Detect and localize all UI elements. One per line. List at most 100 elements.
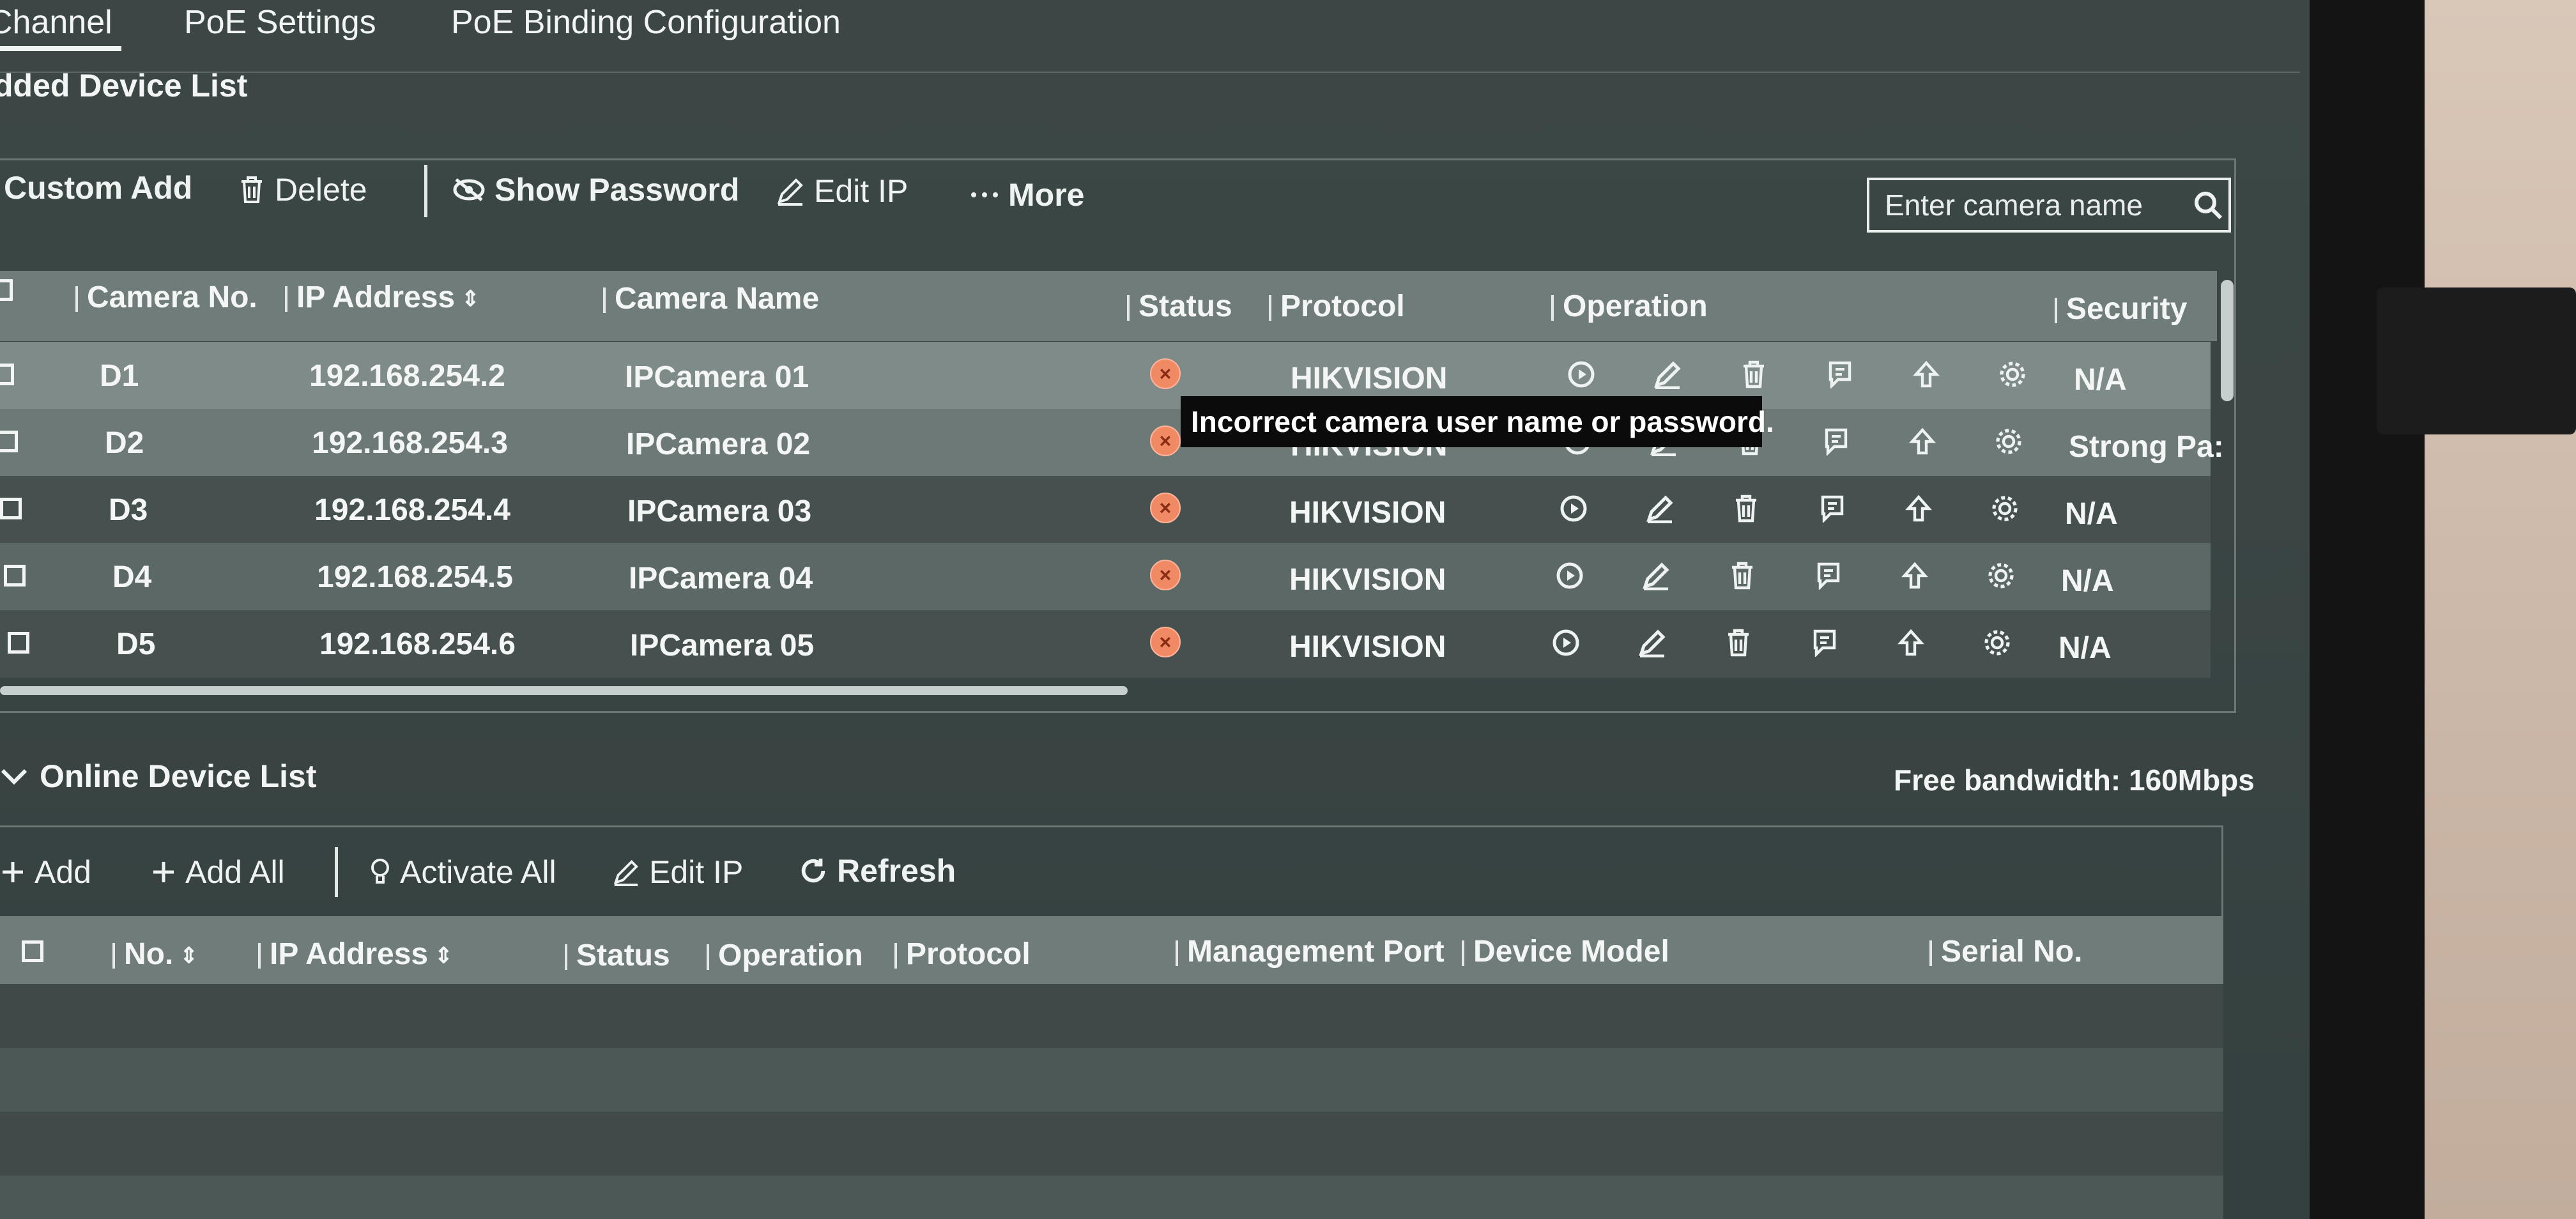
- col-online-ip[interactable]: IP Address ⇕: [258, 937, 453, 972]
- sort-icon[interactable]: ⇕: [434, 944, 453, 968]
- trash-icon: [238, 175, 266, 204]
- col-camera-no[interactable]: Camera No.: [75, 280, 257, 315]
- custom-add-button[interactable]: Custom Add: [4, 169, 192, 206]
- empty-row: [0, 984, 2223, 1048]
- search-input[interactable]: [1883, 187, 2193, 223]
- settings-icon[interactable]: [1985, 560, 2017, 592]
- details-icon[interactable]: [1809, 627, 1841, 659]
- refresh-button[interactable]: Refresh: [799, 852, 956, 889]
- camera-no: D2: [105, 426, 144, 460]
- edit-icon[interactable]: [1652, 358, 1683, 390]
- col-ip-address[interactable]: IP Address ⇕: [285, 280, 480, 315]
- empty-row: [0, 1176, 2223, 1219]
- activate-all-button[interactable]: Activate All: [369, 854, 556, 891]
- search-box[interactable]: [1867, 178, 2231, 233]
- edit-icon: [776, 176, 805, 206]
- settings-icon[interactable]: [1997, 358, 2028, 390]
- edit-ip-button[interactable]: Edit IP: [776, 172, 908, 210]
- refresh-label: Refresh: [837, 853, 956, 889]
- play-icon[interactable]: [1565, 358, 1597, 390]
- vertical-scrollbar[interactable]: [2221, 280, 2234, 401]
- col-status[interactable]: Status: [1127, 289, 1232, 324]
- show-password-button[interactable]: Show Password: [452, 171, 739, 208]
- col-protocol[interactable]: Protocol: [1269, 289, 1405, 324]
- edit-icon[interactable]: [1640, 560, 1672, 592]
- security-status: N/A: [2061, 564, 2114, 598]
- online-device-list-toggle[interactable]: Online Device List: [0, 758, 316, 795]
- select-all-checkbox[interactable]: [0, 279, 13, 301]
- tab-poe-settings[interactable]: PoE Settings: [184, 3, 376, 42]
- added-device-list-title: dded Device List: [0, 68, 248, 103]
- col-management-port[interactable]: Management Port: [1176, 934, 1445, 969]
- play-icon[interactable]: [1554, 560, 1586, 592]
- empty-row: [0, 1048, 2223, 1112]
- add-all-label: Add All: [185, 854, 285, 890]
- search-icon[interactable]: [2193, 190, 2223, 220]
- delete-icon[interactable]: [1726, 560, 1758, 592]
- edit-icon: [612, 858, 640, 886]
- delete-icon[interactable]: [1730, 493, 1762, 525]
- details-icon[interactable]: [1820, 425, 1852, 457]
- tab-channel[interactable]: Channel: [0, 3, 112, 42]
- empty-row: [0, 1112, 2223, 1176]
- protocol: HIKVISION: [1291, 362, 1448, 395]
- col-security[interactable]: Security: [2055, 291, 2187, 326]
- error-circle-icon[interactable]: ×: [1150, 358, 1181, 389]
- upgrade-icon[interactable]: [1899, 560, 1931, 592]
- upgrade-icon[interactable]: [1910, 358, 1942, 390]
- horizontal-scrollbar[interactable]: [0, 686, 1128, 695]
- col-online-protocol-label: Protocol: [906, 937, 1031, 971]
- details-icon[interactable]: [1824, 358, 1856, 390]
- delete-icon[interactable]: [1722, 627, 1754, 659]
- eye-off-icon: [452, 177, 486, 203]
- row-checkbox[interactable]: [0, 431, 18, 452]
- col-serial-no[interactable]: Serial No.: [1929, 934, 2082, 969]
- delete-button[interactable]: Delete: [238, 171, 367, 208]
- col-online-status[interactable]: Status: [565, 938, 670, 973]
- error-circle-icon[interactable]: ×: [1150, 627, 1181, 657]
- row-checkbox[interactable]: [4, 565, 26, 586]
- error-circle-icon[interactable]: ×: [1150, 493, 1181, 523]
- row-checkbox[interactable]: [8, 632, 29, 654]
- delete-icon[interactable]: [1738, 358, 1770, 390]
- tab-poe-binding[interactable]: PoE Binding Configuration: [451, 3, 841, 42]
- play-icon[interactable]: [1550, 627, 1582, 659]
- row-checkbox[interactable]: [0, 364, 14, 385]
- settings-icon[interactable]: [1989, 493, 2021, 525]
- security-status: Strong Pa:: [2069, 430, 2224, 464]
- sort-icon[interactable]: ⇕: [461, 287, 480, 311]
- add-all-button[interactable]: Add All: [151, 854, 285, 891]
- online-edit-ip-button[interactable]: Edit IP: [612, 854, 743, 891]
- col-management-port-label: Management Port: [1187, 935, 1445, 969]
- col-protocol-label: Protocol: [1280, 289, 1405, 323]
- col-no[interactable]: No. ⇕: [112, 937, 198, 972]
- chevron-down-icon: [0, 767, 28, 786]
- col-online-protocol[interactable]: Protocol: [894, 937, 1031, 972]
- nvr-screen: Channel PoE Settings PoE Binding Configu…: [0, 0, 2310, 1219]
- sort-icon[interactable]: ⇕: [180, 944, 198, 968]
- upgrade-icon[interactable]: [1895, 627, 1927, 659]
- details-icon[interactable]: [1816, 493, 1848, 525]
- col-device-model[interactable]: Device Model: [1462, 934, 1669, 969]
- ip-address: 192.168.254.6: [319, 627, 516, 661]
- col-online-operation[interactable]: Operation: [707, 938, 863, 973]
- settings-icon[interactable]: [1993, 425, 2025, 457]
- upgrade-icon[interactable]: [1903, 493, 1935, 525]
- error-circle-icon[interactable]: ×: [1150, 425, 1181, 456]
- row-checkbox[interactable]: [0, 498, 22, 519]
- col-operation[interactable]: Operation: [1551, 289, 1708, 324]
- more-dots-icon: [970, 191, 999, 199]
- error-circle-icon[interactable]: ×: [1150, 560, 1181, 590]
- add-button[interactable]: Add: [0, 854, 91, 891]
- online-select-all-checkbox[interactable]: [22, 940, 43, 962]
- monitor-mount: [2377, 288, 2576, 434]
- more-button[interactable]: More: [970, 176, 1084, 213]
- upgrade-icon[interactable]: [1906, 425, 1938, 457]
- details-icon[interactable]: [1813, 560, 1844, 592]
- edit-icon[interactable]: [1644, 493, 1676, 525]
- ip-address: 192.168.254.2: [309, 359, 505, 393]
- edit-icon[interactable]: [1636, 627, 1668, 659]
- settings-icon[interactable]: [1981, 627, 2013, 659]
- play-icon[interactable]: [1558, 493, 1590, 525]
- col-camera-name[interactable]: Camera Name: [603, 281, 819, 316]
